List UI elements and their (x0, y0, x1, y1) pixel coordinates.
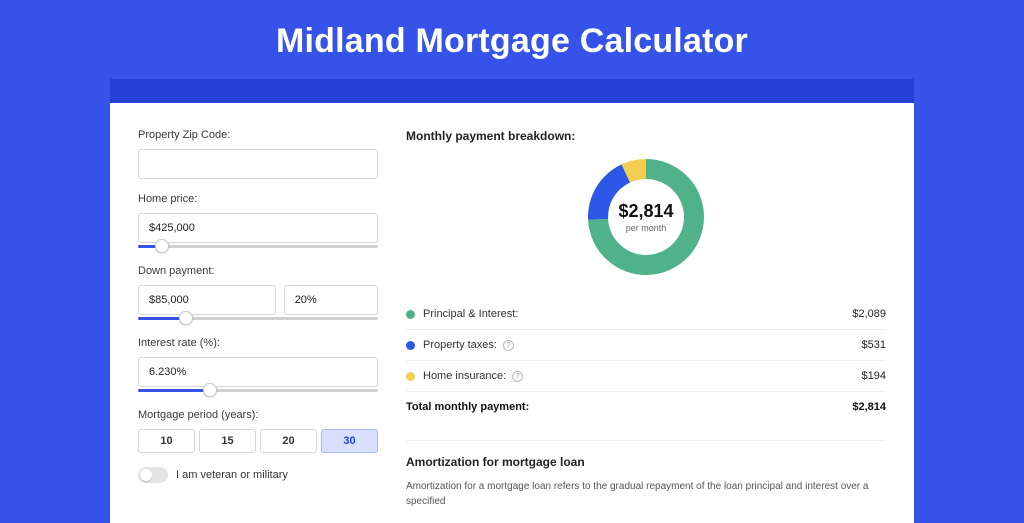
donut-chart: $2,814 per month (584, 155, 708, 279)
legend-dot (406, 372, 415, 381)
down-payment-slider[interactable] (138, 317, 378, 323)
page-title: Midland Mortgage Calculator (0, 0, 1024, 79)
results-panel: Monthly payment breakdown: $2,814 per mo… (406, 129, 886, 503)
legend-row-total: Total monthly payment: $2,814 (406, 392, 886, 422)
mortgage-period-label: Mortgage period (years): (138, 409, 378, 421)
veteran-label: I am veteran or military (176, 469, 288, 481)
home-price-label: Home price: (138, 193, 378, 205)
toggle-knob (140, 469, 152, 481)
legend-dot (406, 341, 415, 350)
period-option-20[interactable]: 20 (260, 429, 317, 453)
down-payment-label: Down payment: (138, 265, 378, 277)
total-label: Total monthly payment: (406, 401, 529, 413)
mortgage-period-field: Mortgage period (years): 10152030 (138, 409, 378, 453)
period-options: 10152030 (138, 429, 378, 453)
legend-value: $531 (862, 339, 886, 351)
calculator-card: Property Zip Code: Home price: Down paym… (110, 103, 914, 523)
legend-label: Home insurance: (423, 370, 506, 382)
period-option-15[interactable]: 15 (199, 429, 256, 453)
interest-rate-input[interactable] (138, 357, 378, 387)
period-option-30[interactable]: 30 (321, 429, 378, 453)
zip-input[interactable] (138, 149, 378, 179)
legend-dot (406, 310, 415, 319)
zip-label: Property Zip Code: (138, 129, 378, 141)
slider-thumb[interactable] (155, 239, 169, 253)
veteran-toggle[interactable] (138, 467, 168, 483)
amortization-section: Amortization for mortgage loan Amortizat… (406, 440, 886, 509)
legend-label: Property taxes: (423, 339, 497, 351)
home-price-input[interactable] (138, 213, 378, 243)
interest-rate-slider[interactable] (138, 389, 378, 395)
legend-value: $2,089 (852, 308, 886, 320)
donut-amount: $2,814 (618, 201, 673, 222)
amortization-title: Amortization for mortgage loan (406, 455, 886, 469)
info-icon[interactable]: ? (512, 371, 523, 382)
legend-label: Principal & Interest: (423, 308, 518, 320)
down-payment-amount-input[interactable] (138, 285, 276, 315)
legend: Principal & Interest: $2,089 Property taxe… (406, 299, 886, 422)
legend-row: Home insurance:? $194 (406, 361, 886, 392)
slider-thumb[interactable] (203, 383, 217, 397)
total-value: $2,814 (852, 401, 886, 413)
home-price-slider[interactable] (138, 245, 378, 251)
period-option-10[interactable]: 10 (138, 429, 195, 453)
down-payment-field: Down payment: (138, 265, 378, 323)
down-payment-percent-input[interactable] (284, 285, 378, 315)
donut-chart-area: $2,814 per month (406, 151, 886, 293)
veteran-toggle-row: I am veteran or military (138, 467, 378, 483)
home-price-field: Home price: (138, 193, 378, 251)
donut-center: $2,814 per month (584, 155, 708, 279)
donut-sub: per month (626, 223, 667, 233)
interest-rate-label: Interest rate (%): (138, 337, 378, 349)
legend-row: Property taxes:? $531 (406, 330, 886, 361)
header-band (110, 79, 914, 103)
inputs-panel: Property Zip Code: Home price: Down paym… (138, 129, 378, 503)
amortization-text: Amortization for a mortgage loan refers … (406, 479, 886, 509)
legend-row: Principal & Interest: $2,089 (406, 299, 886, 330)
slider-thumb[interactable] (179, 311, 193, 325)
info-icon[interactable]: ? (503, 340, 514, 351)
interest-rate-field: Interest rate (%): (138, 337, 378, 395)
legend-value: $194 (862, 370, 886, 382)
zip-field: Property Zip Code: (138, 129, 378, 179)
breakdown-title: Monthly payment breakdown: (406, 129, 886, 143)
